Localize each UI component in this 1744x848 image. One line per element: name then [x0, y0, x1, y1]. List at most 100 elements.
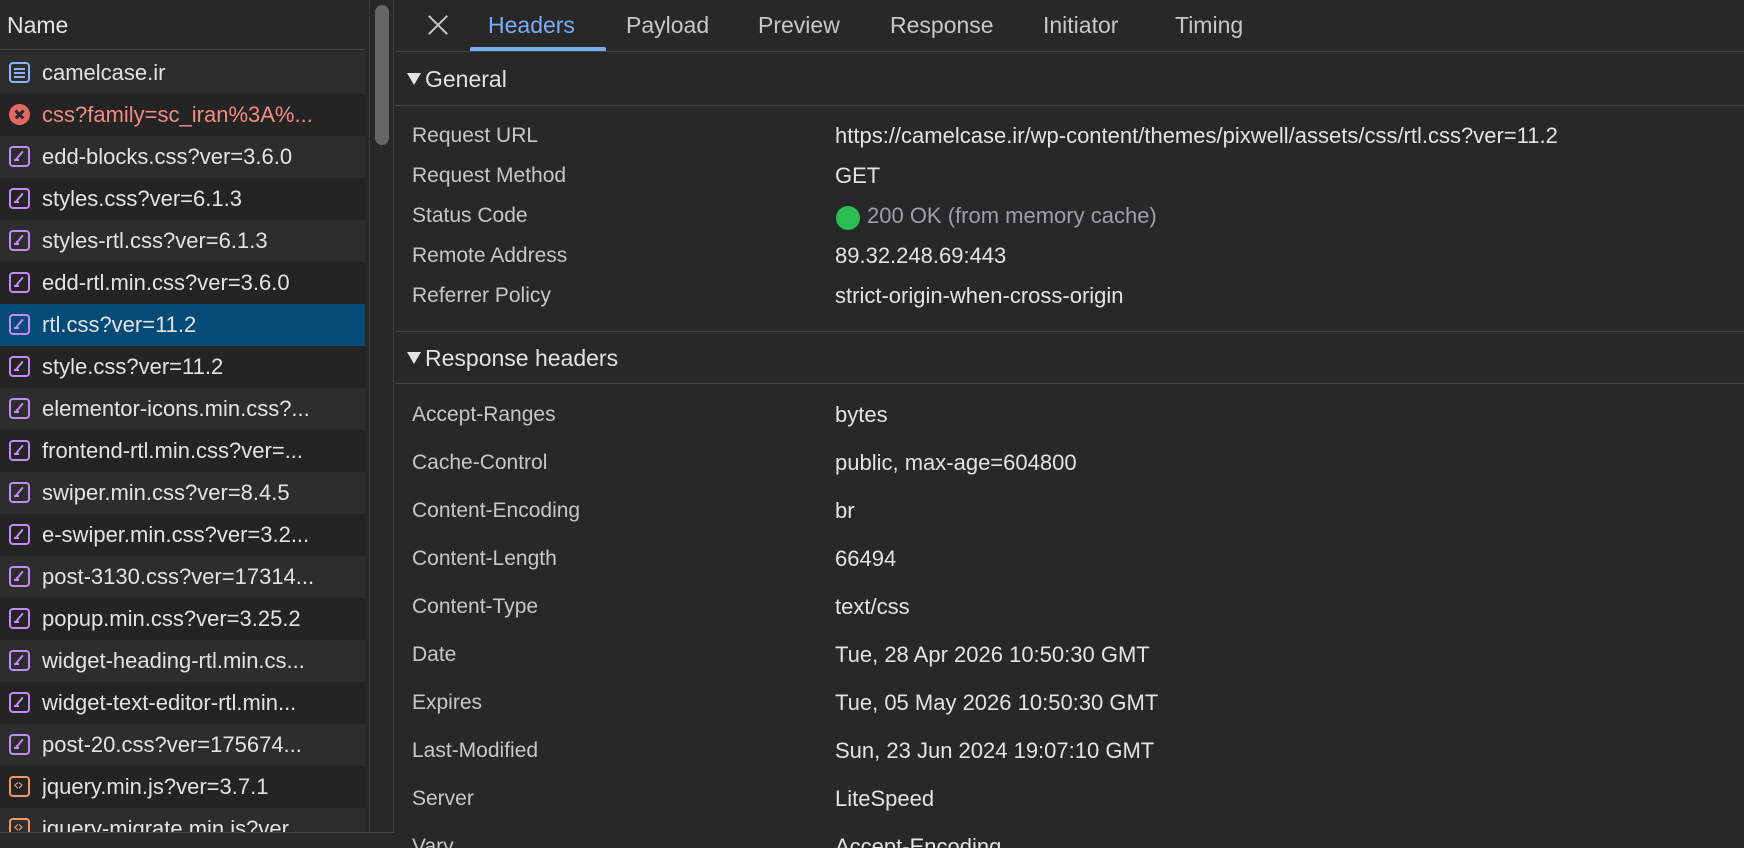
stylesheet-icon [9, 272, 30, 293]
request-row[interactable]: edd-rtl.min.css?ver=3.6.0 [0, 262, 365, 304]
document-icon [9, 62, 30, 83]
header-key: Request Method [412, 164, 567, 187]
request-row[interactable]: edd-blocks.css?ver=3.6.0 [0, 136, 365, 178]
header-value: 200 OK (from memory cache) [867, 203, 1157, 228]
status-ok-icon [836, 206, 860, 230]
request-row[interactable]: jquery.min.js?ver=3.7.1 [0, 766, 365, 808]
header-value: Accept-Encoding [835, 834, 1002, 848]
header-row: Last-Modified Sun, 23 Jun 2024 19:07:10 … [395, 733, 1744, 773]
request-name: elementor-icons.min.css?... [42, 396, 310, 421]
name-column-header[interactable]: Name [0, 0, 365, 50]
header-row: Vary Accept-Encoding [395, 829, 1744, 848]
request-row[interactable]: swiper.min.css?ver=8.4.5 [0, 472, 365, 514]
request-row[interactable]: jquery-migrate.min.js?ver... [0, 808, 365, 832]
stylesheet-icon [9, 356, 30, 377]
request-row[interactable]: widget-text-editor-rtl.min... [0, 682, 365, 724]
tab-timing[interactable]: Timing [1175, 12, 1243, 39]
header-value: Sun, 23 Jun 2024 19:07:10 GMT [835, 738, 1155, 763]
request-name: jquery-migrate.min.js?ver... [42, 816, 307, 832]
header-value: text/css [835, 594, 910, 619]
request-name: style.css?ver=11.2 [42, 354, 224, 379]
stylesheet-icon [9, 230, 30, 251]
expand-triangle-icon [407, 73, 421, 85]
expand-triangle-icon [407, 352, 421, 364]
stylesheet-icon [9, 146, 30, 167]
header-row: Content-Type text/css [395, 589, 1744, 629]
header-key: Server [412, 787, 474, 810]
header-row: Date Tue, 28 Apr 2026 10:50:30 GMT [395, 637, 1744, 677]
request-row-selected[interactable]: rtl.css?ver=11.2 [0, 304, 365, 346]
request-list-scrollbar[interactable] [369, 0, 394, 848]
active-tab-indicator [470, 47, 606, 51]
request-details-panel: Headers Payload Preview Response Initiat… [395, 0, 1744, 848]
header-key: Last-Modified [412, 739, 539, 762]
request-row[interactable]: styles.css?ver=6.1.3 [0, 178, 365, 220]
header-key: Content-Encoding [412, 499, 581, 522]
header-row: Expires Tue, 05 May 2026 10:50:30 GMT [395, 685, 1744, 725]
header-key: Accept-Ranges [412, 403, 556, 426]
header-value: https://camelcase.ir/wp-content/themes/p… [835, 123, 1558, 148]
stylesheet-icon [9, 692, 30, 713]
request-name: rtl.css?ver=11.2 [42, 312, 197, 337]
request-row-font-css[interactable]: css?family=sc_iran%3A%... [0, 94, 365, 136]
request-name: swiper.min.css?ver=8.4.5 [42, 480, 290, 505]
header-value: strict-origin-when-cross-origin [835, 283, 1124, 308]
header-value: 66494 [835, 546, 897, 571]
header-row-referrer-policy: Referrer Policy strict-origin-when-cross… [395, 278, 1744, 318]
request-name: frontend-rtl.min.css?ver=... [42, 438, 304, 463]
stylesheet-icon [9, 608, 30, 629]
request-name: styles.css?ver=6.1.3 [42, 186, 242, 211]
close-icon[interactable] [423, 10, 453, 40]
header-value: bytes [835, 402, 888, 427]
request-row[interactable]: elementor-icons.min.css?... [0, 388, 365, 430]
general-section-header[interactable]: General [395, 53, 1744, 106]
request-name: widget-heading-rtl.min.cs... [42, 648, 305, 673]
header-key: Remote Address [412, 244, 568, 267]
tab-response[interactable]: Response [890, 12, 994, 39]
request-row[interactable]: styles-rtl.css?ver=6.1.3 [0, 220, 365, 262]
request-name: jquery.min.js?ver=3.7.1 [42, 774, 269, 799]
header-row-status-code: Status Code 200 OK (from memory cache) [395, 198, 1744, 238]
header-row: Server LiteSpeed [395, 781, 1744, 821]
request-row-camelcase[interactable]: camelcase.ir [0, 52, 365, 94]
section-title: Response headers [425, 345, 619, 371]
header-key: Request URL [412, 124, 539, 147]
request-name: camelcase.ir [42, 60, 166, 85]
request-row[interactable]: popup.min.css?ver=3.25.2 [0, 598, 365, 640]
request-row[interactable]: post-3130.css?ver=17314... [0, 556, 365, 598]
header-key: Cache-Control [412, 451, 548, 474]
stylesheet-icon [9, 650, 30, 671]
header-row-request-url: Request URL https://camelcase.ir/wp-cont… [395, 118, 1744, 158]
scrollbar-thumb[interactable] [375, 5, 389, 145]
tab-preview[interactable]: Preview [758, 12, 840, 39]
header-key: Content-Length [412, 547, 557, 570]
request-name: popup.min.css?ver=3.25.2 [42, 606, 301, 631]
request-name: css?family=sc_iran%3A%... [42, 102, 313, 127]
header-value: LiteSpeed [835, 786, 935, 811]
request-row[interactable]: frontend-rtl.min.css?ver=... [0, 430, 365, 472]
script-icon [9, 775, 30, 797]
request-row[interactable]: e-swiper.min.css?ver=3.2... [0, 514, 365, 556]
tab-headers[interactable]: Headers [488, 12, 575, 39]
stylesheet-icon [9, 566, 30, 587]
status-bar [0, 832, 394, 848]
header-row: Content-Encoding br [395, 493, 1744, 533]
section-title: General [425, 66, 507, 92]
header-key: Expires [412, 691, 483, 714]
tab-initiator[interactable]: Initiator [1043, 12, 1118, 39]
stylesheet-icon [9, 398, 30, 419]
request-name: post-3130.css?ver=17314... [42, 564, 315, 589]
header-value: Tue, 28 Apr 2026 10:50:30 GMT [835, 642, 1150, 667]
header-key: Date [412, 643, 457, 666]
response-headers-section-header[interactable]: Response headers [395, 331, 1744, 384]
stylesheet-icon [9, 734, 30, 755]
request-row[interactable]: style.css?ver=11.2 [0, 346, 365, 388]
request-name: edd-rtl.min.css?ver=3.6.0 [42, 270, 290, 295]
header-row: Accept-Ranges bytes [395, 397, 1744, 437]
header-key: Content-Type [412, 595, 539, 618]
header-key: Vary [412, 835, 454, 848]
request-row[interactable]: post-20.css?ver=175674... [0, 724, 365, 766]
request-row[interactable]: widget-heading-rtl.min.cs... [0, 640, 365, 682]
tab-payload[interactable]: Payload [626, 12, 709, 39]
header-row: Cache-Control public, max-age=604800 [395, 445, 1744, 485]
